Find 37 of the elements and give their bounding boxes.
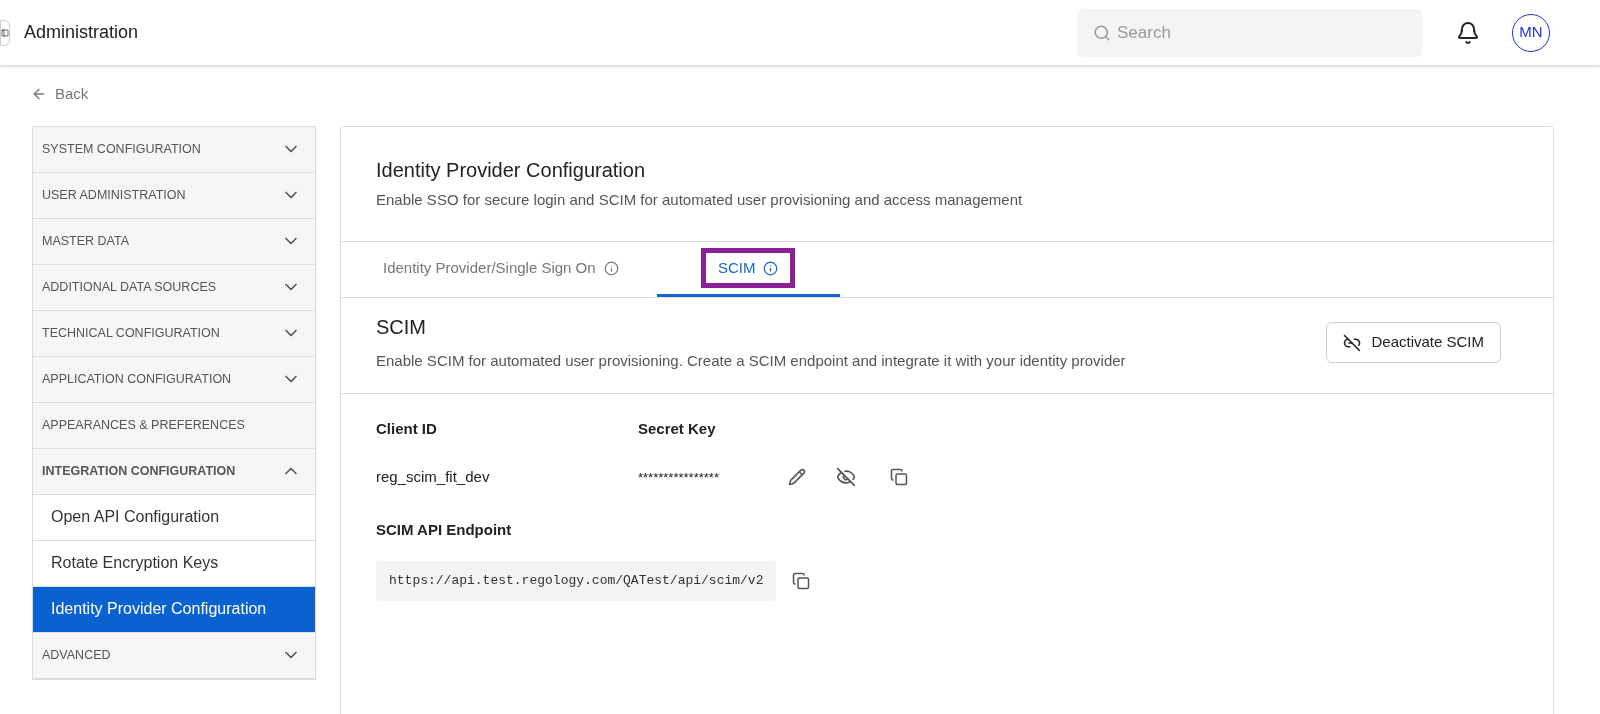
copy-icon[interactable]	[890, 468, 908, 487]
client-id-value: reg_scim_fit_dev	[376, 467, 491, 487]
sidebar-section[interactable]: ADVANCED	[33, 632, 315, 679]
sidebar-section[interactable]: SYSTEM CONFIGURATION	[33, 126, 315, 173]
pencil-icon[interactable]	[788, 468, 806, 487]
sidebar-section[interactable]: INTEGRATION CONFIGURATION	[33, 448, 315, 495]
sidebar-section[interactable]: USER ADMINISTRATION	[33, 172, 315, 219]
panel-subtitle: Enable SSO for secure login and SCIM for automated user provisioning and access management	[376, 189, 1024, 210]
page-title: Administration	[24, 21, 139, 44]
panel-icon	[1, 28, 9, 37]
unlink-icon	[1343, 333, 1362, 352]
panel-title: Identity Provider Configuration	[376, 157, 647, 183]
tab[interactable]: SCIM	[656, 242, 840, 297]
sidebar-section[interactable]: ADDITIONAL DATA SOURCES	[33, 264, 315, 311]
sidebar-section[interactable]: MASTER DATA	[33, 218, 315, 265]
info-icon	[603, 260, 619, 276]
sidebar-section[interactable]: APPLICATION CONFIGURATION	[33, 356, 315, 403]
sidebar-toggle-button[interactable]	[0, 19, 10, 46]
copy-icon[interactable]	[792, 571, 811, 590]
section-title: SCIM	[376, 315, 427, 340]
field-label: Secret Key	[638, 418, 716, 439]
sidebar-section[interactable]: TECHNICAL CONFIGURATION	[33, 310, 315, 357]
deactivate-scim-button[interactable]: Deactivate SCIM	[1326, 322, 1501, 363]
eye-off-icon[interactable]	[836, 467, 856, 488]
sidebar-section[interactable]: APPEARANCES & PREFERENCES	[33, 402, 315, 449]
field-label: Client ID	[376, 418, 438, 439]
search-field[interactable]: Search	[1077, 8, 1422, 57]
search-icon	[1093, 23, 1111, 42]
field-label: SCIM API Endpoint	[376, 519, 513, 540]
tab[interactable]: Identity Provider/Single Sign On	[361, 242, 641, 297]
notification-icon[interactable]	[1456, 20, 1480, 45]
secret-key-value: ****************	[638, 468, 720, 487]
info-icon	[763, 260, 779, 276]
sidebar-subitem[interactable]: Identity Provider Configuration	[33, 586, 315, 633]
endpoint-value: https://api.test.regology.com/QATest/api/scim/v2	[376, 561, 777, 601]
section-description: Enable SCIM for automated user provisioning. Create a SCIM endpoint and integrate it with your identity provider	[376, 351, 1126, 371]
back-link[interactable]: Back	[31, 83, 89, 106]
